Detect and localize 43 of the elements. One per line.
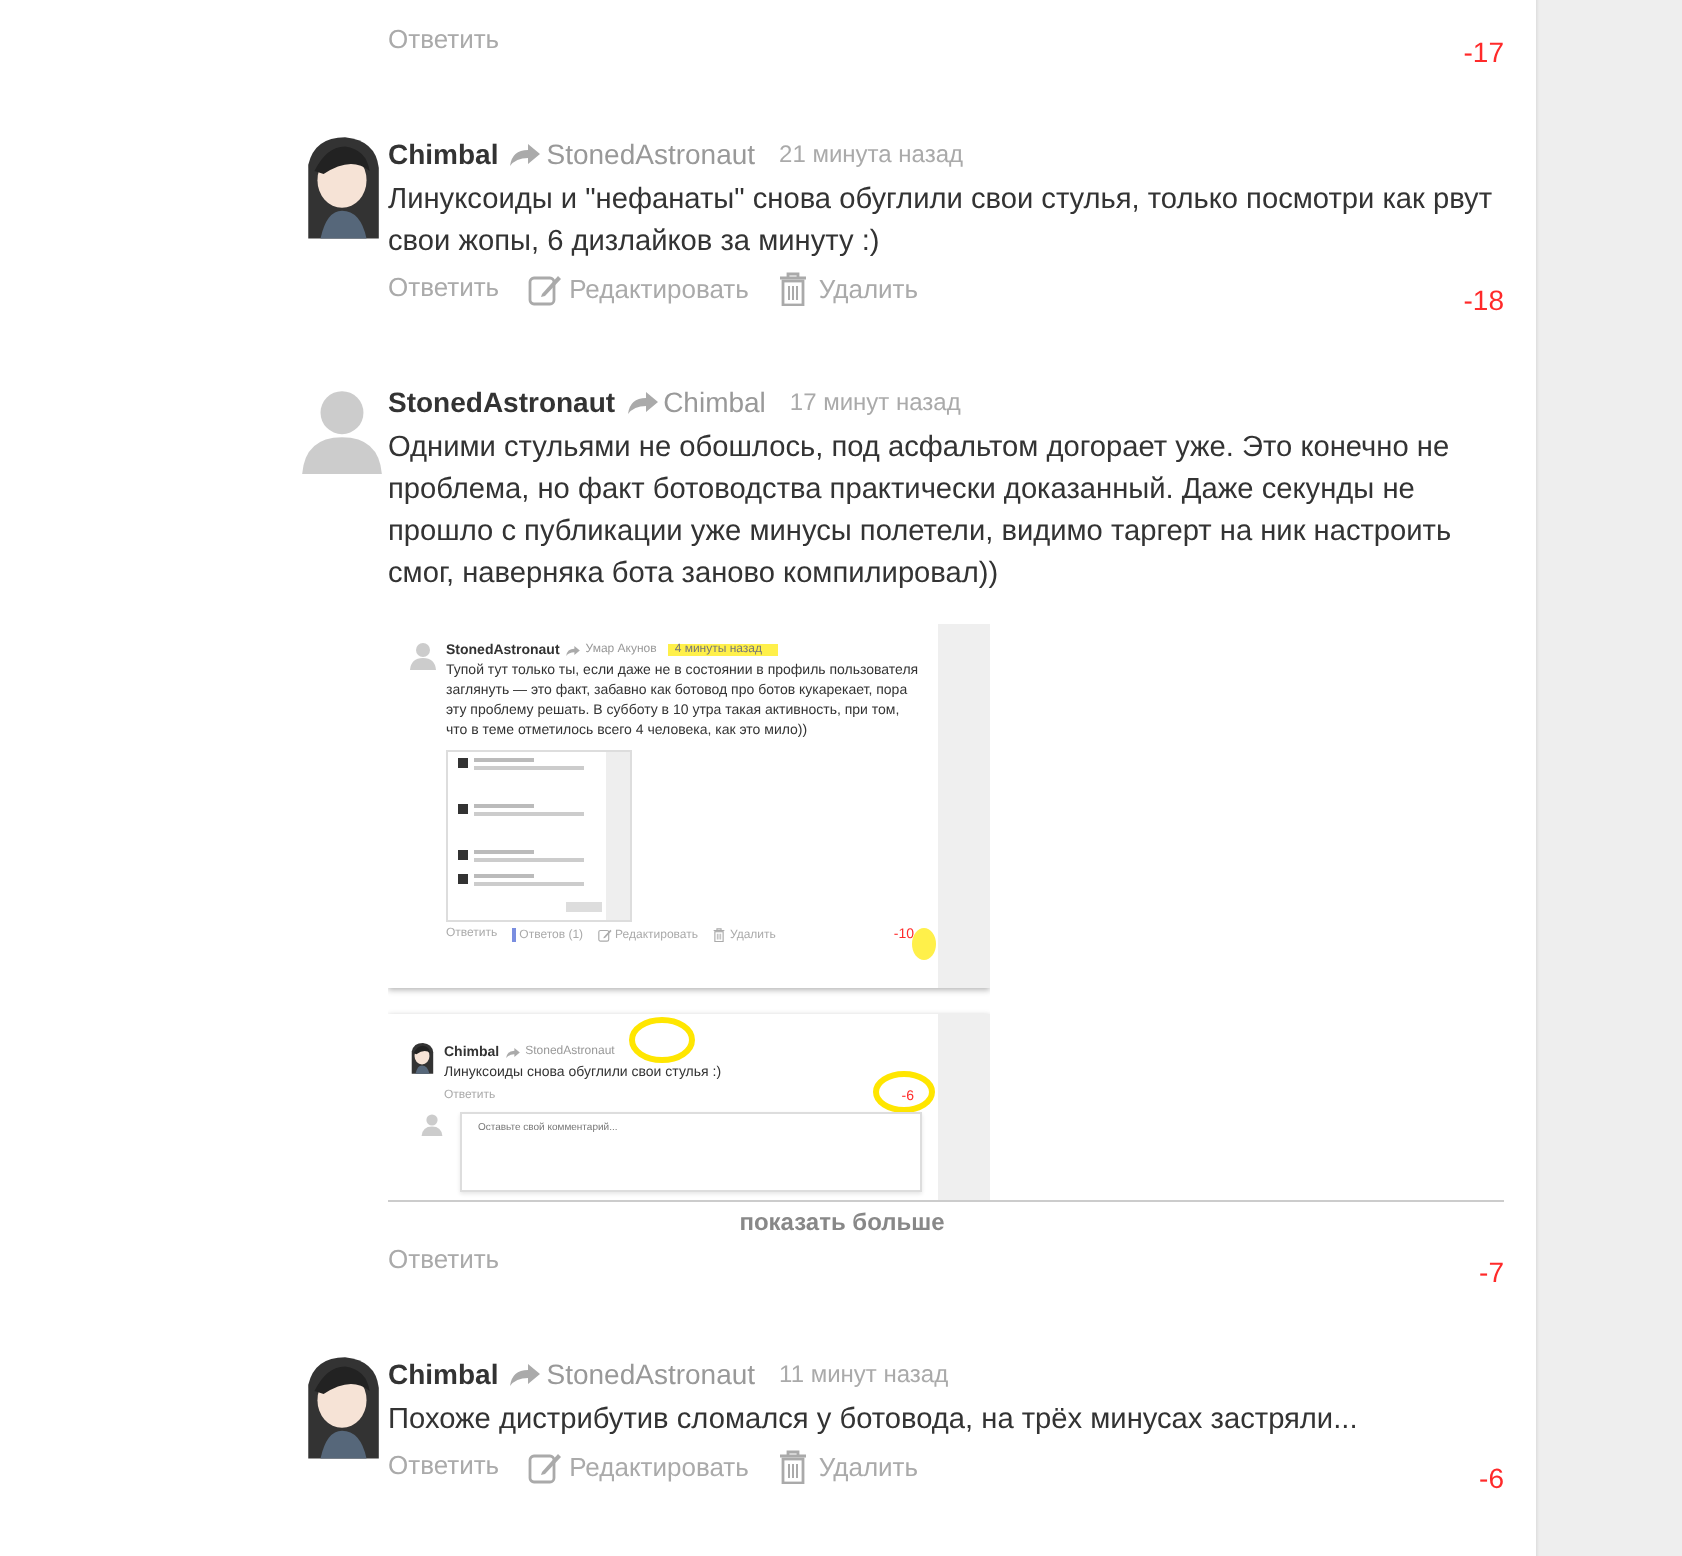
trash-icon: [776, 1450, 811, 1484]
vote-score: -17: [1463, 34, 1504, 68]
share-arrow-icon: [505, 1047, 520, 1057]
reply-link[interactable]: Ответить: [388, 24, 500, 54]
reply-to-name[interactable]: StonedAstronaut: [546, 138, 756, 170]
comment-text: Похоже дистрибутив сломался у ботовода, на трёх минусах застряли...: [388, 1402, 1360, 1440]
author-name[interactable]: StonedAstronaut: [388, 386, 616, 418]
reply-to-name[interactable]: StonedAstronaut: [546, 1358, 756, 1390]
avatar-icon: [408, 640, 438, 670]
reply-link[interactable]: Ответить: [388, 1450, 500, 1480]
reply-link[interactable]: Ответить: [388, 272, 500, 302]
edit-icon: [527, 272, 562, 306]
circle-mark: [872, 1070, 936, 1114]
vote-score: -6: [1479, 1460, 1504, 1494]
comment-text: Одними стульями не обошлось, под асфальтом догорает уже. Это конечно не проблема, но факт ботоводства практически доказанный. Даже секунды не прошло с публикации уже минусы полетели, видимо таргерт на ник настроить смог, наверняка бота заново компилировал)): [388, 430, 1454, 594]
delete-link[interactable]: Удалить: [776, 272, 919, 306]
edit-link[interactable]: Редактировать: [527, 1450, 749, 1484]
comment-time: 21 минута назад: [779, 140, 964, 168]
highlight-mark: [912, 928, 936, 960]
author-name[interactable]: Chimbal: [388, 138, 499, 170]
author-name[interactable]: Chimbal: [388, 1358, 499, 1390]
share-arrow-icon: [565, 645, 580, 655]
share-arrow-icon: [627, 391, 658, 413]
trash-icon: [776, 272, 811, 306]
vote-score: -7: [1479, 1254, 1504, 1288]
vote-score: -18: [1463, 282, 1504, 316]
comment-time: 11 минут назад: [779, 1360, 949, 1388]
trash-icon: [712, 928, 726, 942]
show-more-link[interactable]: показать больше: [739, 1208, 945, 1236]
edit-icon: [597, 928, 612, 942]
edit-link[interactable]: Редактировать: [527, 272, 749, 306]
edit-icon: [527, 1450, 562, 1484]
share-arrow-icon: [510, 143, 541, 165]
delete-link[interactable]: Удалить: [776, 1450, 919, 1484]
comment-text: Линуксоиды и "нефанаты" снова обуглили свои стулья, только посмотри как рвут свои жопы, 6 дизлайков за минуту :): [388, 182, 1495, 262]
circle-mark: [628, 1016, 696, 1064]
reply-to-name[interactable]: Chimbal: [663, 386, 766, 418]
reply-link[interactable]: Ответить: [388, 1244, 500, 1274]
bar-icon: [511, 928, 516, 942]
share-arrow-icon: [510, 1363, 541, 1385]
avatar-icon: [420, 1112, 444, 1136]
comment-time: 17 минут назад: [789, 388, 961, 416]
avatar-icon: [408, 1042, 436, 1075]
